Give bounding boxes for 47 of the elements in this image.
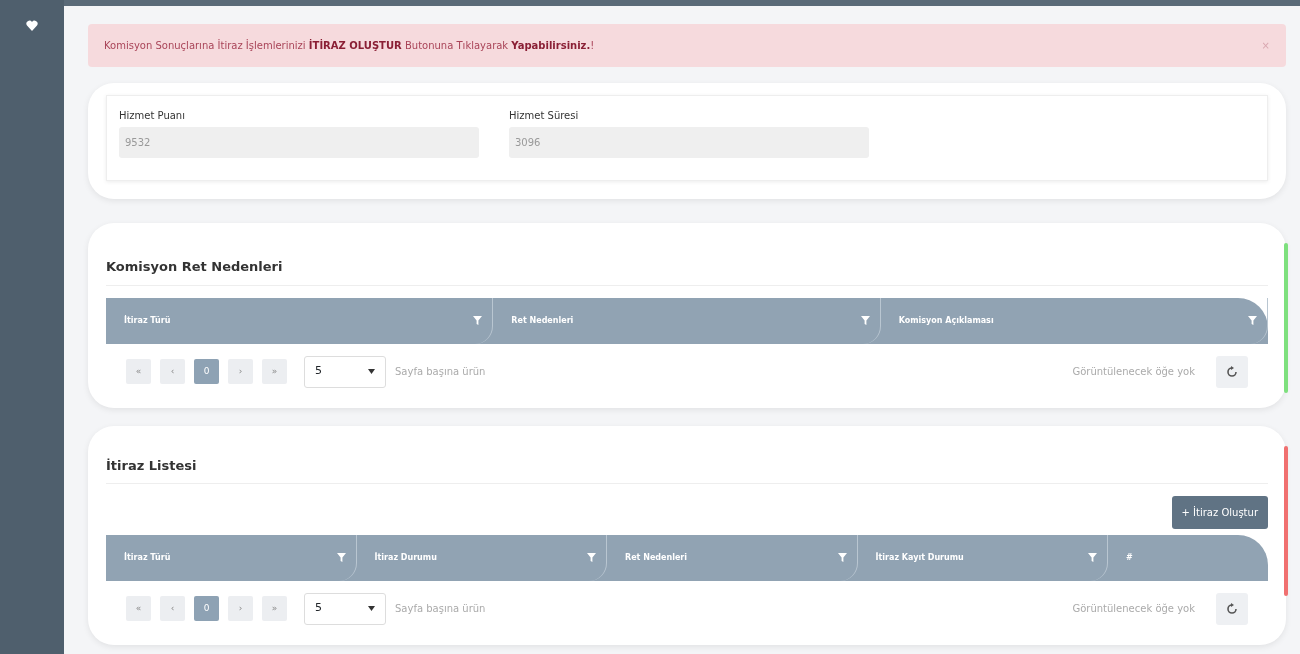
per-page-label: Sayfa başına ürün [395, 365, 486, 379]
refresh-button[interactable] [1216, 592, 1248, 625]
filter-icon[interactable] [837, 553, 847, 562]
close-button[interactable]: × [1261, 38, 1270, 53]
page-button[interactable]: › [228, 359, 253, 384]
page-button[interactable]: › [228, 596, 253, 621]
filter-icon[interactable] [473, 316, 483, 325]
filter-icon[interactable] [587, 553, 596, 562]
section-title: İtiraz Listesi [106, 455, 1268, 484]
filter-icon[interactable] [860, 316, 870, 325]
caret-icon [368, 606, 375, 611]
alert-message: Komisyon Sonuçlarına İtiraz İşlemlerinizi İTİRAZ OLUŞTUR Butonuna Tıklayarak Yapabilirsiniz.! [104, 38, 595, 53]
refresh-button[interactable] [1216, 355, 1248, 388]
page-button[interactable]: ‹ [160, 596, 185, 621]
empty-message: Görüntülenecek öğe yok [1072, 365, 1195, 379]
column-header[interactable]: İtiraz Türü [124, 551, 171, 564]
refresh-icon [1226, 365, 1238, 378]
column-header[interactable]: İtiraz Durumu [374, 551, 437, 564]
empty-message: Görüntülenecek öğe yok [1072, 602, 1195, 616]
page-size-select[interactable]: 5 [304, 355, 386, 388]
page-button[interactable]: ‹ [160, 359, 185, 384]
column-header[interactable]: Komisyon Açıklaması [898, 314, 994, 327]
field-label: Hizmet Puanı [119, 109, 186, 123]
column-header[interactable]: # [1126, 551, 1133, 564]
page-button[interactable]: « [126, 596, 151, 621]
page-size-select[interactable]: 5 [304, 592, 386, 625]
heart-icon[interactable] [26, 20, 38, 31]
page-button[interactable]: 0 [194, 596, 219, 621]
caret-icon [368, 369, 375, 374]
per-page-label: Sayfa başına ürün [395, 602, 486, 616]
create-button[interactable]: + İtiraz Oluştur [1171, 496, 1268, 529]
page-button[interactable]: « [126, 359, 151, 384]
filter-icon[interactable] [336, 553, 346, 562]
filter-icon[interactable] [1088, 553, 1097, 562]
column-header[interactable]: İtiraz Kayıt Durumu [875, 551, 964, 564]
column-header[interactable]: İtiraz Türü [124, 314, 171, 327]
input-field[interactable]: 3096 [509, 127, 869, 158]
refresh-icon [1226, 602, 1238, 615]
input-field[interactable]: 9532 [119, 127, 479, 158]
page-button[interactable]: 0 [194, 359, 219, 384]
field-label: Hizmet Süresi [509, 109, 580, 123]
page-button[interactable]: » [262, 596, 287, 621]
column-header[interactable]: Ret Nedenleri [625, 551, 688, 564]
page-button[interactable]: » [262, 359, 287, 384]
column-header[interactable]: Ret Nedenleri [511, 314, 574, 327]
filter-icon[interactable] [1248, 316, 1257, 325]
section-title: Komisyon Ret Nedenleri [106, 257, 1268, 286]
